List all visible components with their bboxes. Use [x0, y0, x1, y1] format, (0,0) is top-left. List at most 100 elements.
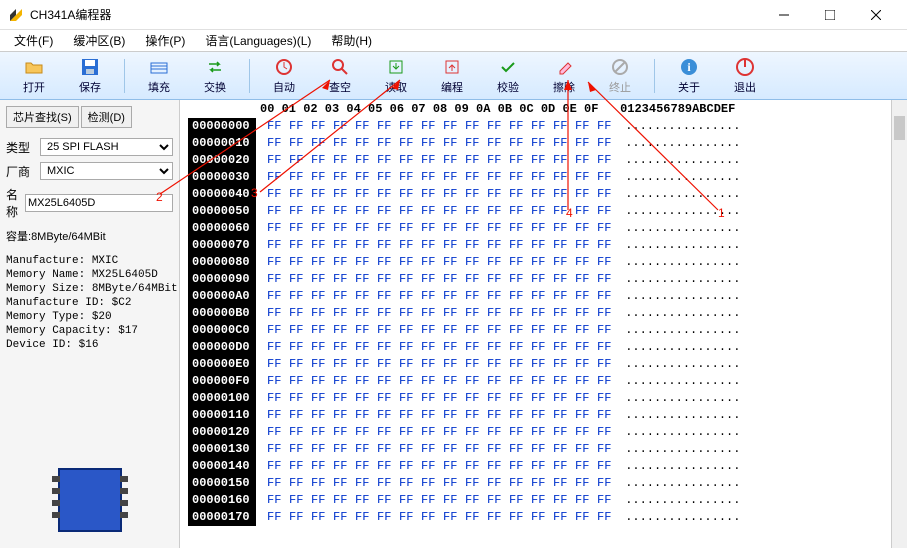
hex-byte[interactable]: FF	[549, 390, 571, 407]
hex-byte[interactable]: FF	[285, 475, 307, 492]
hex-byte[interactable]: FF	[483, 288, 505, 305]
hex-row[interactable]: 00000130 FFFFFFFFFFFFFFFFFFFFFFFFFFFFFFF…	[180, 441, 907, 458]
hex-byte[interactable]: FF	[483, 339, 505, 356]
hex-byte[interactable]: FF	[329, 305, 351, 322]
hex-byte[interactable]: FF	[461, 339, 483, 356]
hex-byte[interactable]: FF	[329, 220, 351, 237]
hex-byte[interactable]: FF	[285, 322, 307, 339]
hex-byte[interactable]: FF	[505, 135, 527, 152]
hex-byte[interactable]: FF	[439, 220, 461, 237]
hex-byte[interactable]: FF	[461, 220, 483, 237]
hex-byte[interactable]: FF	[461, 424, 483, 441]
hex-byte[interactable]: FF	[395, 339, 417, 356]
hex-byte[interactable]: FF	[461, 305, 483, 322]
hex-byte[interactable]: FF	[307, 237, 329, 254]
hex-byte[interactable]: FF	[285, 254, 307, 271]
type-select[interactable]: 25 SPI FLASH	[40, 138, 173, 156]
hex-byte[interactable]: FF	[351, 339, 373, 356]
hex-byte[interactable]: FF	[351, 356, 373, 373]
maximize-button[interactable]	[807, 0, 853, 30]
hex-row[interactable]: 000000E0 FFFFFFFFFFFFFFFFFFFFFFFFFFFFFFF…	[180, 356, 907, 373]
hex-byte[interactable]: FF	[549, 441, 571, 458]
hex-byte[interactable]: FF	[351, 152, 373, 169]
hex-byte[interactable]: FF	[505, 220, 527, 237]
hex-byte[interactable]: FF	[329, 271, 351, 288]
hex-byte[interactable]: FF	[263, 390, 285, 407]
hex-byte[interactable]: FF	[351, 220, 373, 237]
hex-byte[interactable]: FF	[461, 118, 483, 135]
hex-byte[interactable]: FF	[505, 305, 527, 322]
hex-byte[interactable]: FF	[549, 509, 571, 526]
hex-byte[interactable]: FF	[483, 407, 505, 424]
hex-byte[interactable]: FF	[549, 254, 571, 271]
hex-byte[interactable]: FF	[549, 322, 571, 339]
hex-byte[interactable]: FF	[395, 424, 417, 441]
hex-byte[interactable]: FF	[549, 492, 571, 509]
hex-byte[interactable]: FF	[571, 288, 593, 305]
hex-row[interactable]: 00000140 FFFFFFFFFFFFFFFFFFFFFFFFFFFFFFF…	[180, 458, 907, 475]
hex-byte[interactable]: FF	[263, 220, 285, 237]
hex-byte[interactable]: FF	[505, 322, 527, 339]
hex-byte[interactable]: FF	[307, 509, 329, 526]
hex-byte[interactable]: FF	[593, 475, 615, 492]
hex-byte[interactable]: FF	[527, 254, 549, 271]
hex-byte[interactable]: FF	[395, 509, 417, 526]
hex-byte[interactable]: FF	[461, 254, 483, 271]
hex-byte[interactable]: FF	[263, 509, 285, 526]
hex-byte[interactable]: FF	[417, 118, 439, 135]
hex-byte[interactable]: FF	[527, 169, 549, 186]
hex-byte[interactable]: FF	[329, 356, 351, 373]
hex-byte[interactable]: FF	[549, 339, 571, 356]
hex-byte[interactable]: FF	[461, 135, 483, 152]
hex-byte[interactable]: FF	[417, 373, 439, 390]
hex-byte[interactable]: FF	[285, 152, 307, 169]
hex-byte[interactable]: FF	[439, 322, 461, 339]
hex-byte[interactable]: FF	[351, 288, 373, 305]
hex-byte[interactable]: FF	[439, 373, 461, 390]
hex-byte[interactable]: FF	[285, 441, 307, 458]
hex-byte[interactable]: FF	[505, 458, 527, 475]
hex-byte[interactable]: FF	[549, 356, 571, 373]
verify-button[interactable]: 校验	[482, 54, 534, 98]
swap-button[interactable]: 交换	[189, 54, 241, 98]
hex-byte[interactable]: FF	[329, 441, 351, 458]
hex-byte[interactable]: FF	[593, 135, 615, 152]
hex-byte[interactable]: FF	[373, 407, 395, 424]
hex-byte[interactable]: FF	[307, 152, 329, 169]
hex-row[interactable]: 000000F0 FFFFFFFFFFFFFFFFFFFFFFFFFFFFFFF…	[180, 373, 907, 390]
hex-byte[interactable]: FF	[593, 288, 615, 305]
hex-byte[interactable]: FF	[417, 305, 439, 322]
hex-byte[interactable]: FF	[439, 135, 461, 152]
hex-byte[interactable]: FF	[593, 118, 615, 135]
close-button[interactable]	[853, 0, 899, 30]
hex-byte[interactable]: FF	[307, 254, 329, 271]
hex-byte[interactable]: FF	[505, 186, 527, 203]
hex-byte[interactable]: FF	[307, 373, 329, 390]
hex-byte[interactable]: FF	[307, 475, 329, 492]
hex-byte[interactable]: FF	[263, 339, 285, 356]
hex-byte[interactable]: FF	[329, 322, 351, 339]
hex-byte[interactable]: FF	[571, 424, 593, 441]
hex-byte[interactable]: FF	[483, 237, 505, 254]
auto-button[interactable]: 自动	[258, 54, 310, 98]
hex-row[interactable]: 000000D0 FFFFFFFFFFFFFFFFFFFFFFFFFFFFFFF…	[180, 339, 907, 356]
hex-byte[interactable]: FF	[263, 322, 285, 339]
hex-byte[interactable]: FF	[549, 475, 571, 492]
hex-byte[interactable]: FF	[439, 458, 461, 475]
hex-byte[interactable]: FF	[329, 254, 351, 271]
hex-byte[interactable]: FF	[571, 339, 593, 356]
hex-byte[interactable]: FF	[307, 441, 329, 458]
hex-byte[interactable]: FF	[263, 407, 285, 424]
hex-byte[interactable]: FF	[505, 424, 527, 441]
hex-byte[interactable]: FF	[461, 237, 483, 254]
hex-byte[interactable]: FF	[483, 322, 505, 339]
hex-byte[interactable]: FF	[351, 458, 373, 475]
hex-byte[interactable]: FF	[263, 356, 285, 373]
hex-byte[interactable]: FF	[307, 407, 329, 424]
hex-byte[interactable]: FF	[329, 492, 351, 509]
hex-byte[interactable]: FF	[549, 135, 571, 152]
hex-byte[interactable]: FF	[395, 373, 417, 390]
hex-byte[interactable]: FF	[461, 322, 483, 339]
hex-byte[interactable]: FF	[395, 135, 417, 152]
open-button[interactable]: 打开	[8, 54, 60, 98]
